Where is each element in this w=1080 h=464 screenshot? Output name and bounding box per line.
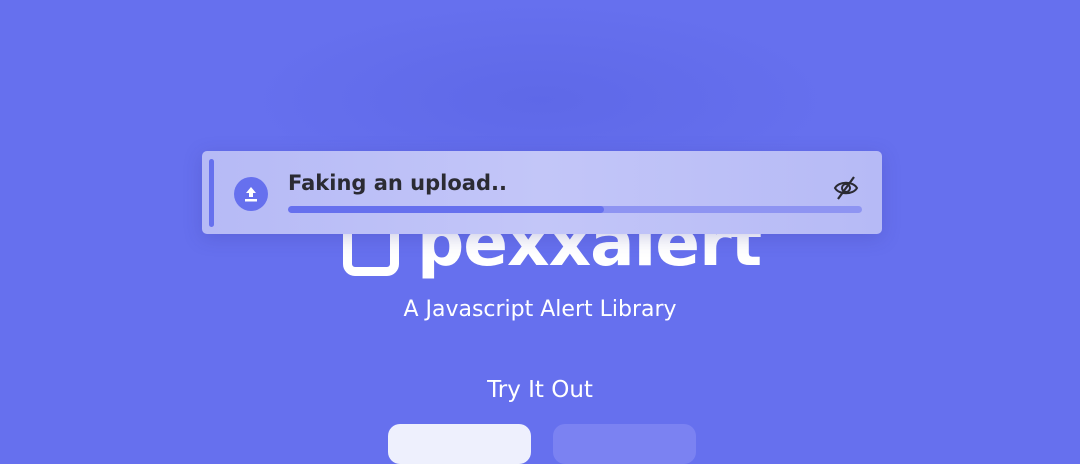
upload-progress-bar — [288, 206, 862, 213]
upload-alert: Faking an upload.. — [202, 151, 882, 234]
demo-button-secondary[interactable] — [553, 424, 696, 464]
tagline: A Javascript Alert Library — [403, 297, 677, 322]
try-it-out-heading: Try It Out — [487, 377, 593, 403]
alert-title: Faking an upload.. — [288, 171, 507, 195]
upload-progress-fill — [288, 206, 604, 213]
eye-off-icon[interactable] — [832, 175, 860, 205]
upload-icon — [234, 177, 268, 211]
demo-button-primary[interactable] — [388, 424, 531, 464]
alert-accent-bar — [209, 159, 214, 227]
